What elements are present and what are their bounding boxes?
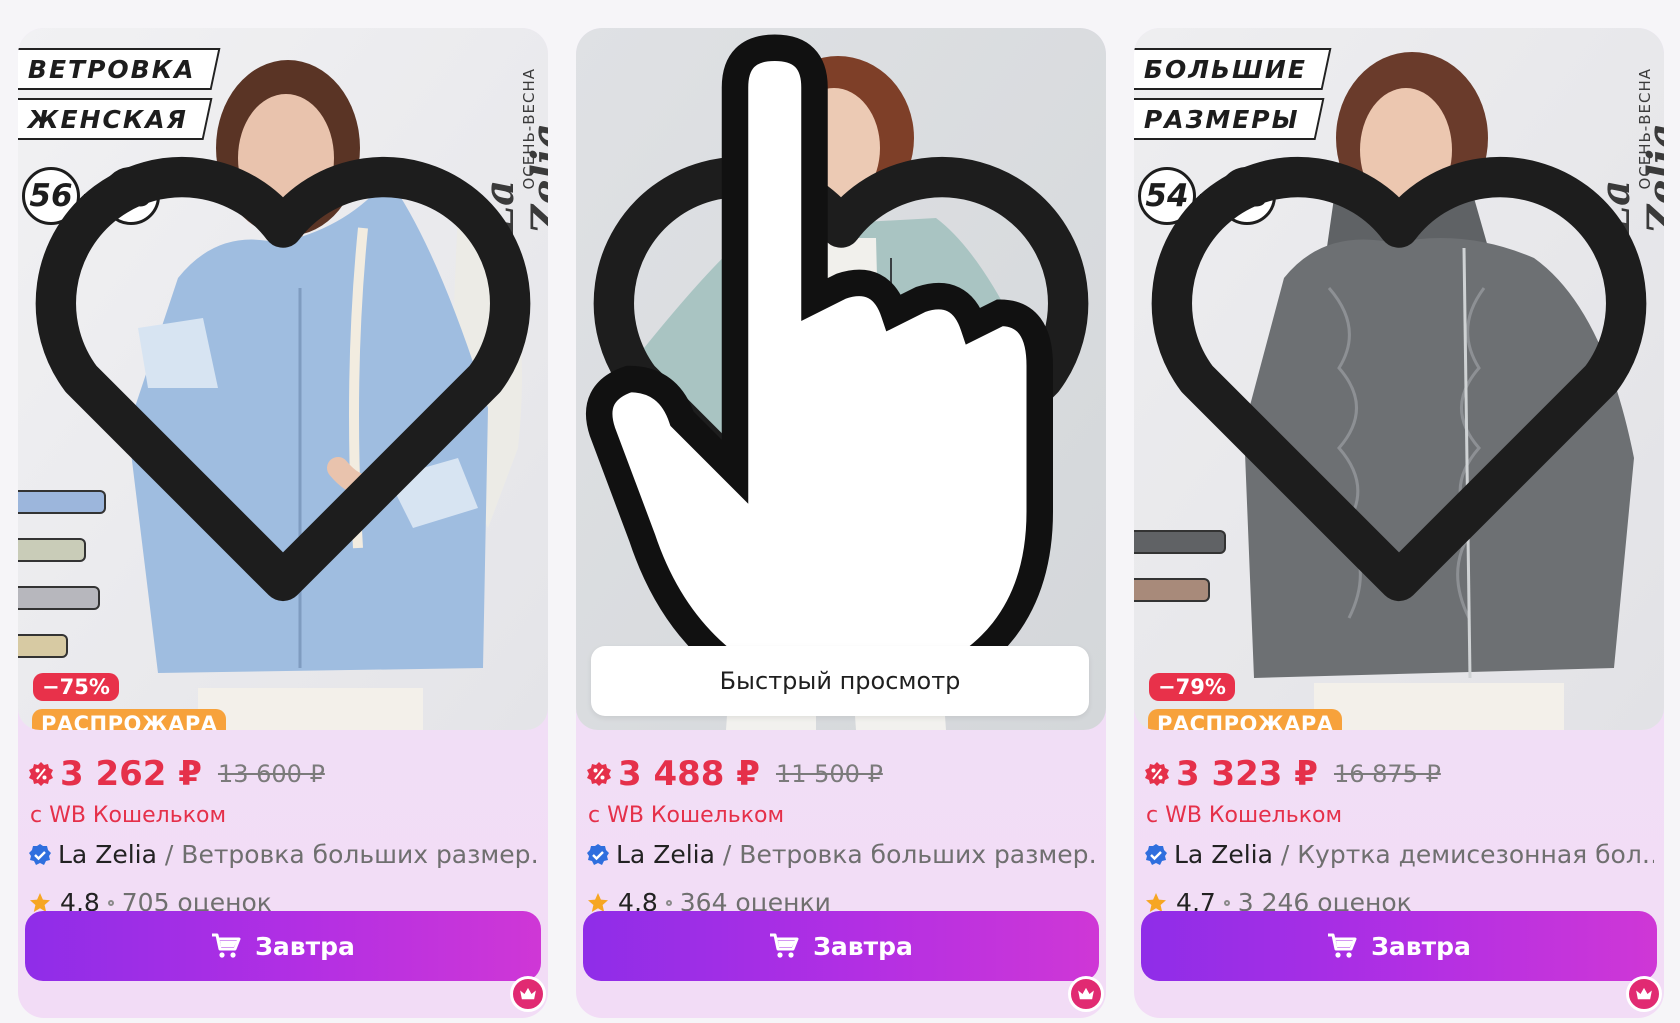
cart-icon [212, 933, 241, 958]
product-title[interactable]: La Zelia / Ветровка больших размер… [28, 840, 538, 869]
product-photo[interactable]: БОЛЬШИЕ РАЗМЕРЫ 54 68 La Zelia ОСЕНЬ-ВЕС… [1134, 28, 1664, 730]
price-row: 3 488 ₽ 11 500 ₽ [586, 754, 883, 794]
product-card[interactable]: Быстрый просмотр 3 488 ₽ 11 500 ₽ с WB К… [576, 28, 1106, 1018]
discount-icon [29, 762, 53, 786]
add-to-cart-button[interactable]: Завтра [1141, 911, 1657, 981]
product-name: / Куртка демисезонная бол… [1280, 840, 1654, 869]
crown-icon [1626, 976, 1662, 1012]
heart-icon[interactable] [1134, 28, 1664, 730]
cart-button-label: Завтра [255, 931, 355, 961]
crown-icon [510, 976, 546, 1012]
add-to-cart-button[interactable]: Завтра [25, 911, 541, 981]
cart-button-label: Завтра [813, 931, 913, 961]
color-swatch [1134, 530, 1226, 554]
old-price: 16 875 ₽ [1333, 760, 1441, 788]
product-card[interactable]: ВЕТРОВКА ЖЕНСКАЯ 56 66 La Zelia ОСЕНЬ-ВЕ… [18, 28, 548, 1018]
product-title[interactable]: La Zelia / Куртка демисезонная бол… [1144, 840, 1654, 869]
separator-dot [1223, 899, 1230, 906]
sale-badge: РАСПРОЖАРА [32, 709, 227, 730]
price-row: 3 262 ₽ 13 600 ₽ [28, 754, 325, 794]
cart-icon [1328, 933, 1357, 958]
product-photo[interactable]: ВЕТРОВКА ЖЕНСКАЯ 56 66 La Zelia ОСЕНЬ-ВЕ… [18, 28, 548, 730]
brand-name: La Zelia [1174, 840, 1273, 869]
discount-icon [587, 762, 611, 786]
quick-view-button[interactable]: Быстрый просмотр [591, 646, 1089, 716]
discount-badge: −75% [33, 673, 119, 701]
verified-icon [29, 843, 51, 865]
wallet-note: с WB Кошельком [30, 803, 227, 828]
verified-icon [1145, 843, 1167, 865]
wallet-note: с WB Кошельком [588, 803, 785, 828]
price-row: 3 323 ₽ 16 875 ₽ [1144, 754, 1441, 794]
color-swatch [18, 586, 100, 610]
product-name: / Ветровка больших размер… [722, 840, 1096, 869]
color-swatch [1134, 578, 1210, 602]
crown-icon [1068, 976, 1104, 1012]
current-price: 3 323 ₽ [1176, 754, 1318, 794]
cart-button-label: Завтра [1371, 931, 1471, 961]
add-to-cart-button[interactable]: Завтра [583, 911, 1099, 981]
separator-dot [665, 899, 672, 906]
product-name: / Ветровка больших размер… [164, 840, 538, 869]
hand-cursor-icon [585, 34, 1053, 711]
color-swatch [18, 634, 68, 658]
product-photo[interactable]: Быстрый просмотр [576, 28, 1106, 730]
old-price: 11 500 ₽ [775, 760, 883, 788]
product-grid: ВЕТРОВКА ЖЕНСКАЯ 56 66 La Zelia ОСЕНЬ-ВЕ… [0, 0, 1680, 1023]
discount-icon [1145, 762, 1169, 786]
old-price: 13 600 ₽ [217, 760, 325, 788]
heart-icon[interactable] [18, 28, 548, 730]
cart-icon [770, 933, 799, 958]
current-price: 3 262 ₽ [60, 754, 202, 794]
wallet-note: с WB Кошельком [1146, 803, 1343, 828]
discount-badge: −79% [1149, 673, 1235, 701]
current-price: 3 488 ₽ [618, 754, 760, 794]
product-title[interactable]: La Zelia / Ветровка больших размер… [586, 840, 1096, 869]
product-card[interactable]: БОЛЬШИЕ РАЗМЕРЫ 54 68 La Zelia ОСЕНЬ-ВЕС… [1134, 28, 1664, 1018]
color-swatch [18, 538, 86, 562]
sale-badge: РАСПРОЖАРА [1148, 709, 1343, 730]
verified-icon [587, 843, 609, 865]
separator-dot [107, 899, 114, 906]
brand-name: La Zelia [58, 840, 157, 869]
color-swatch [18, 490, 106, 514]
brand-name: La Zelia [616, 840, 715, 869]
